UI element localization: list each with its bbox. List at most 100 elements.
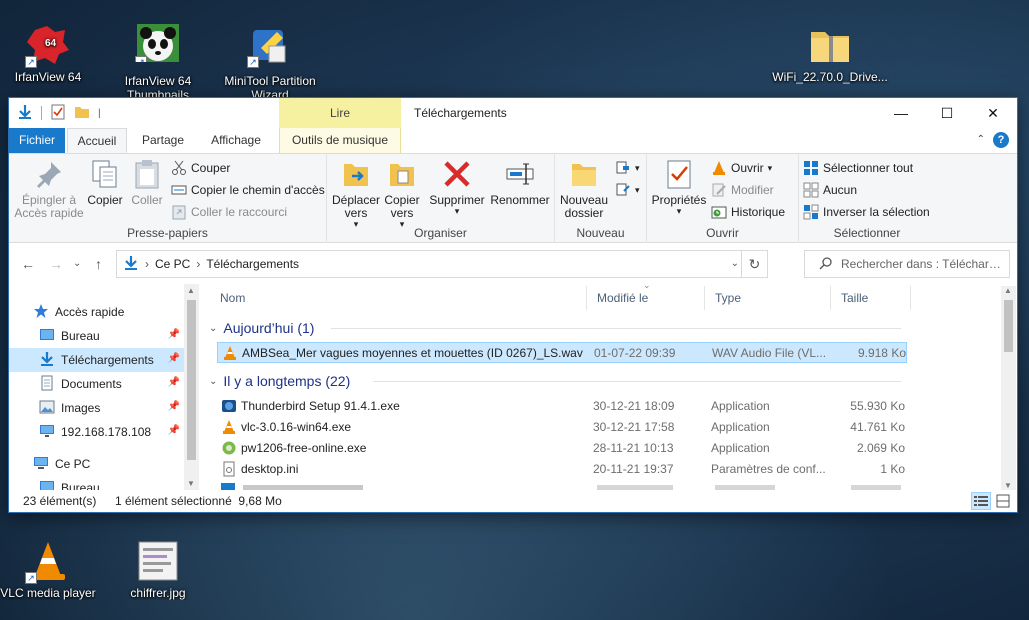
minimize-button[interactable]: —	[878, 98, 924, 128]
desktop-icon-vlc[interactable]: ↗ VLC media player	[0, 538, 96, 600]
pin-quick-access-button[interactable]: Épingler à Accès rapide	[13, 158, 85, 220]
copy-icon	[89, 158, 121, 190]
minitool-icon: ↗	[247, 22, 293, 68]
pin-icon[interactable]: 📌	[168, 353, 180, 364]
tab-affichage[interactable]: Affichage	[201, 128, 271, 153]
desktop-icon-irfanview[interactable]: 64 ↗ IrfanView 64	[0, 22, 96, 84]
up-arrow-icon[interactable]: ↑	[95, 256, 102, 272]
address-dropdown-icon[interactable]: ⌄	[731, 258, 739, 269]
table-row[interactable]: pw1206-free-online.exe 28-11-21 10:13 Ap…	[217, 438, 907, 459]
new-item-button[interactable]: ▾	[615, 158, 640, 178]
pin-icon[interactable]: 📌	[168, 425, 180, 436]
desktop-icon-chiffrer[interactable]: chiffrer.jpg	[110, 538, 206, 600]
tab-fichier[interactable]: Fichier	[9, 128, 65, 153]
breadcrumb-telechargements[interactable]: Téléchargements	[206, 257, 299, 271]
open-button[interactable]: Ouvrir ▾	[711, 158, 772, 178]
breadcrumb-ce-pc[interactable]: Ce PC	[155, 257, 190, 271]
forward-arrow-icon[interactable]: →	[49, 256, 63, 272]
column-header-size[interactable]: Taille	[830, 284, 910, 312]
select-all-button[interactable]: Sélectionner tout	[803, 158, 913, 178]
address-bar[interactable]: › Ce PC › Téléchargements ⌄ ↻	[116, 250, 768, 278]
tab-outils-de-musique[interactable]: Outils de musique	[279, 128, 401, 153]
table-row[interactable]: AMBSea_Mer vagues moyennes et mouettes (…	[217, 342, 907, 363]
nav-scrollbar-thumb[interactable]	[187, 300, 196, 460]
recent-locations-chevron-icon[interactable]: ⌄	[73, 258, 81, 269]
breadcrumb-separator-icon: ›	[145, 257, 149, 271]
group-header-today[interactable]: ⌄ Aujourd’hui (1)	[209, 318, 314, 338]
edit-button[interactable]: Modifier	[711, 180, 774, 200]
desktop-icon-irfanview-thumbnails[interactable]: ↗	[110, 22, 206, 62]
nav-scrollbar[interactable]: ▲ ▼	[184, 284, 199, 490]
copy-to-button[interactable]: Copier vers ▾	[381, 158, 423, 229]
properties-icon	[663, 158, 695, 190]
invert-selection-button[interactable]: Inverser la sélection	[803, 202, 930, 222]
copy-path-icon	[171, 182, 187, 198]
qat-customize-icon[interactable]: |	[98, 108, 101, 119]
nav-item-telechargements[interactable]: Téléchargements 📌	[9, 348, 184, 372]
scroll-up-icon[interactable]: ▲	[1004, 286, 1012, 295]
copy-folder-icon	[386, 158, 418, 190]
move-to-button[interactable]: Déplacer vers ▾	[331, 158, 381, 229]
file-list-scrollbar-thumb[interactable]	[1004, 300, 1013, 352]
paste-button[interactable]: Coller	[127, 158, 167, 207]
irfanview-icon: 64 ↗	[25, 22, 71, 68]
nav-item-images[interactable]: Images 📌	[9, 396, 184, 420]
tab-partage[interactable]: Partage	[133, 128, 193, 153]
new-folder-icon[interactable]	[74, 104, 90, 123]
tab-accueil[interactable]: Accueil	[67, 128, 127, 153]
cut-button[interactable]: Couper	[171, 158, 230, 178]
column-header-type[interactable]: Type	[704, 284, 830, 312]
select-none-icon	[803, 182, 819, 198]
nav-item-network-share[interactable]: 192.168.178.108 📌	[9, 420, 184, 444]
scroll-up-icon[interactable]: ▲	[187, 286, 195, 295]
nav-item-ce-pc-bureau[interactable]: Bureau	[9, 476, 184, 490]
nav-item-ce-pc[interactable]: Ce PC	[9, 452, 184, 476]
desktop-icon-minitool[interactable]: ↗	[222, 22, 318, 70]
search-icon	[819, 256, 833, 273]
refresh-icon[interactable]: ↻	[741, 251, 767, 277]
ribbon-tabs: Fichier Accueil Partage Affichage Outils…	[9, 128, 1017, 153]
pin-icon[interactable]: 📌	[168, 401, 180, 412]
new-folder-button[interactable]: Nouveau dossier	[559, 158, 609, 220]
nav-item-quick-access[interactable]: Accès rapide	[9, 300, 184, 324]
star-icon	[33, 303, 49, 322]
pin-icon[interactable]: 📌	[168, 329, 180, 340]
table-row[interactable]: desktop.ini 20-11-21 19:37 Paramètres de…	[217, 459, 907, 480]
table-row[interactable]: vlc-3.0.16-win64.exe 30-12-21 17:58 Appl…	[217, 417, 907, 438]
scroll-down-icon[interactable]: ▼	[1004, 481, 1012, 490]
delete-button[interactable]: Supprimer ▾	[427, 158, 487, 216]
file-list-scrollbar[interactable]: ▲ ▼	[1001, 286, 1016, 490]
group-header-long-ago[interactable]: ⌄ Il y a longtemps (22)	[209, 371, 350, 391]
select-none-button[interactable]: Aucun	[803, 180, 857, 200]
rename-button[interactable]: Renommer	[489, 158, 551, 207]
table-row[interactable]: Thunderbird Setup 91.4.1.exe 30-12-21 18…	[217, 396, 907, 417]
details-view-icon[interactable]	[971, 492, 991, 510]
pin-icon[interactable]: 📌	[168, 377, 180, 388]
copy-path-button[interactable]: Copier le chemin d'accès	[171, 180, 325, 200]
paste-shortcut-button[interactable]: Coller le raccourci	[171, 202, 287, 222]
copy-button[interactable]: Copier	[85, 158, 125, 207]
search-input[interactable]: Rechercher dans : Téléchargements	[804, 250, 1010, 278]
downloads-icon	[123, 255, 139, 274]
chevron-down-icon: ⌄	[209, 322, 218, 334]
history-button[interactable]: Historique	[711, 202, 785, 222]
easy-access-button[interactable]: ▾	[615, 180, 640, 200]
table-row-partial[interactable]	[221, 483, 901, 490]
large-icons-view-icon[interactable]	[993, 492, 1013, 510]
arrow-down-icon[interactable]	[17, 104, 33, 123]
panda-icon: ↗	[135, 22, 181, 62]
chevron-up-icon[interactable]: ⌃	[977, 134, 985, 145]
back-arrow-icon[interactable]: ←	[21, 256, 35, 272]
close-button[interactable]: ✕	[970, 98, 1016, 128]
desktop-icon-wifi-driver[interactable]: WiFi_22.70.0_Drive...	[770, 22, 890, 84]
desktop-icon-label: IrfanView 64	[14, 70, 82, 84]
nav-item-documents[interactable]: Documents 📌	[9, 372, 184, 396]
maximize-button[interactable]: ☐	[924, 98, 970, 128]
nav-item-bureau[interactable]: Bureau 📌	[9, 324, 184, 348]
help-icon[interactable]: ?	[993, 132, 1009, 148]
column-header-name[interactable]: Nom	[209, 284, 586, 312]
properties-button[interactable]: Propriétés ▾	[649, 158, 709, 216]
properties-check-icon[interactable]	[50, 104, 66, 123]
chevron-down-icon: ▾	[635, 184, 640, 195]
scroll-down-icon[interactable]: ▼	[187, 479, 195, 488]
